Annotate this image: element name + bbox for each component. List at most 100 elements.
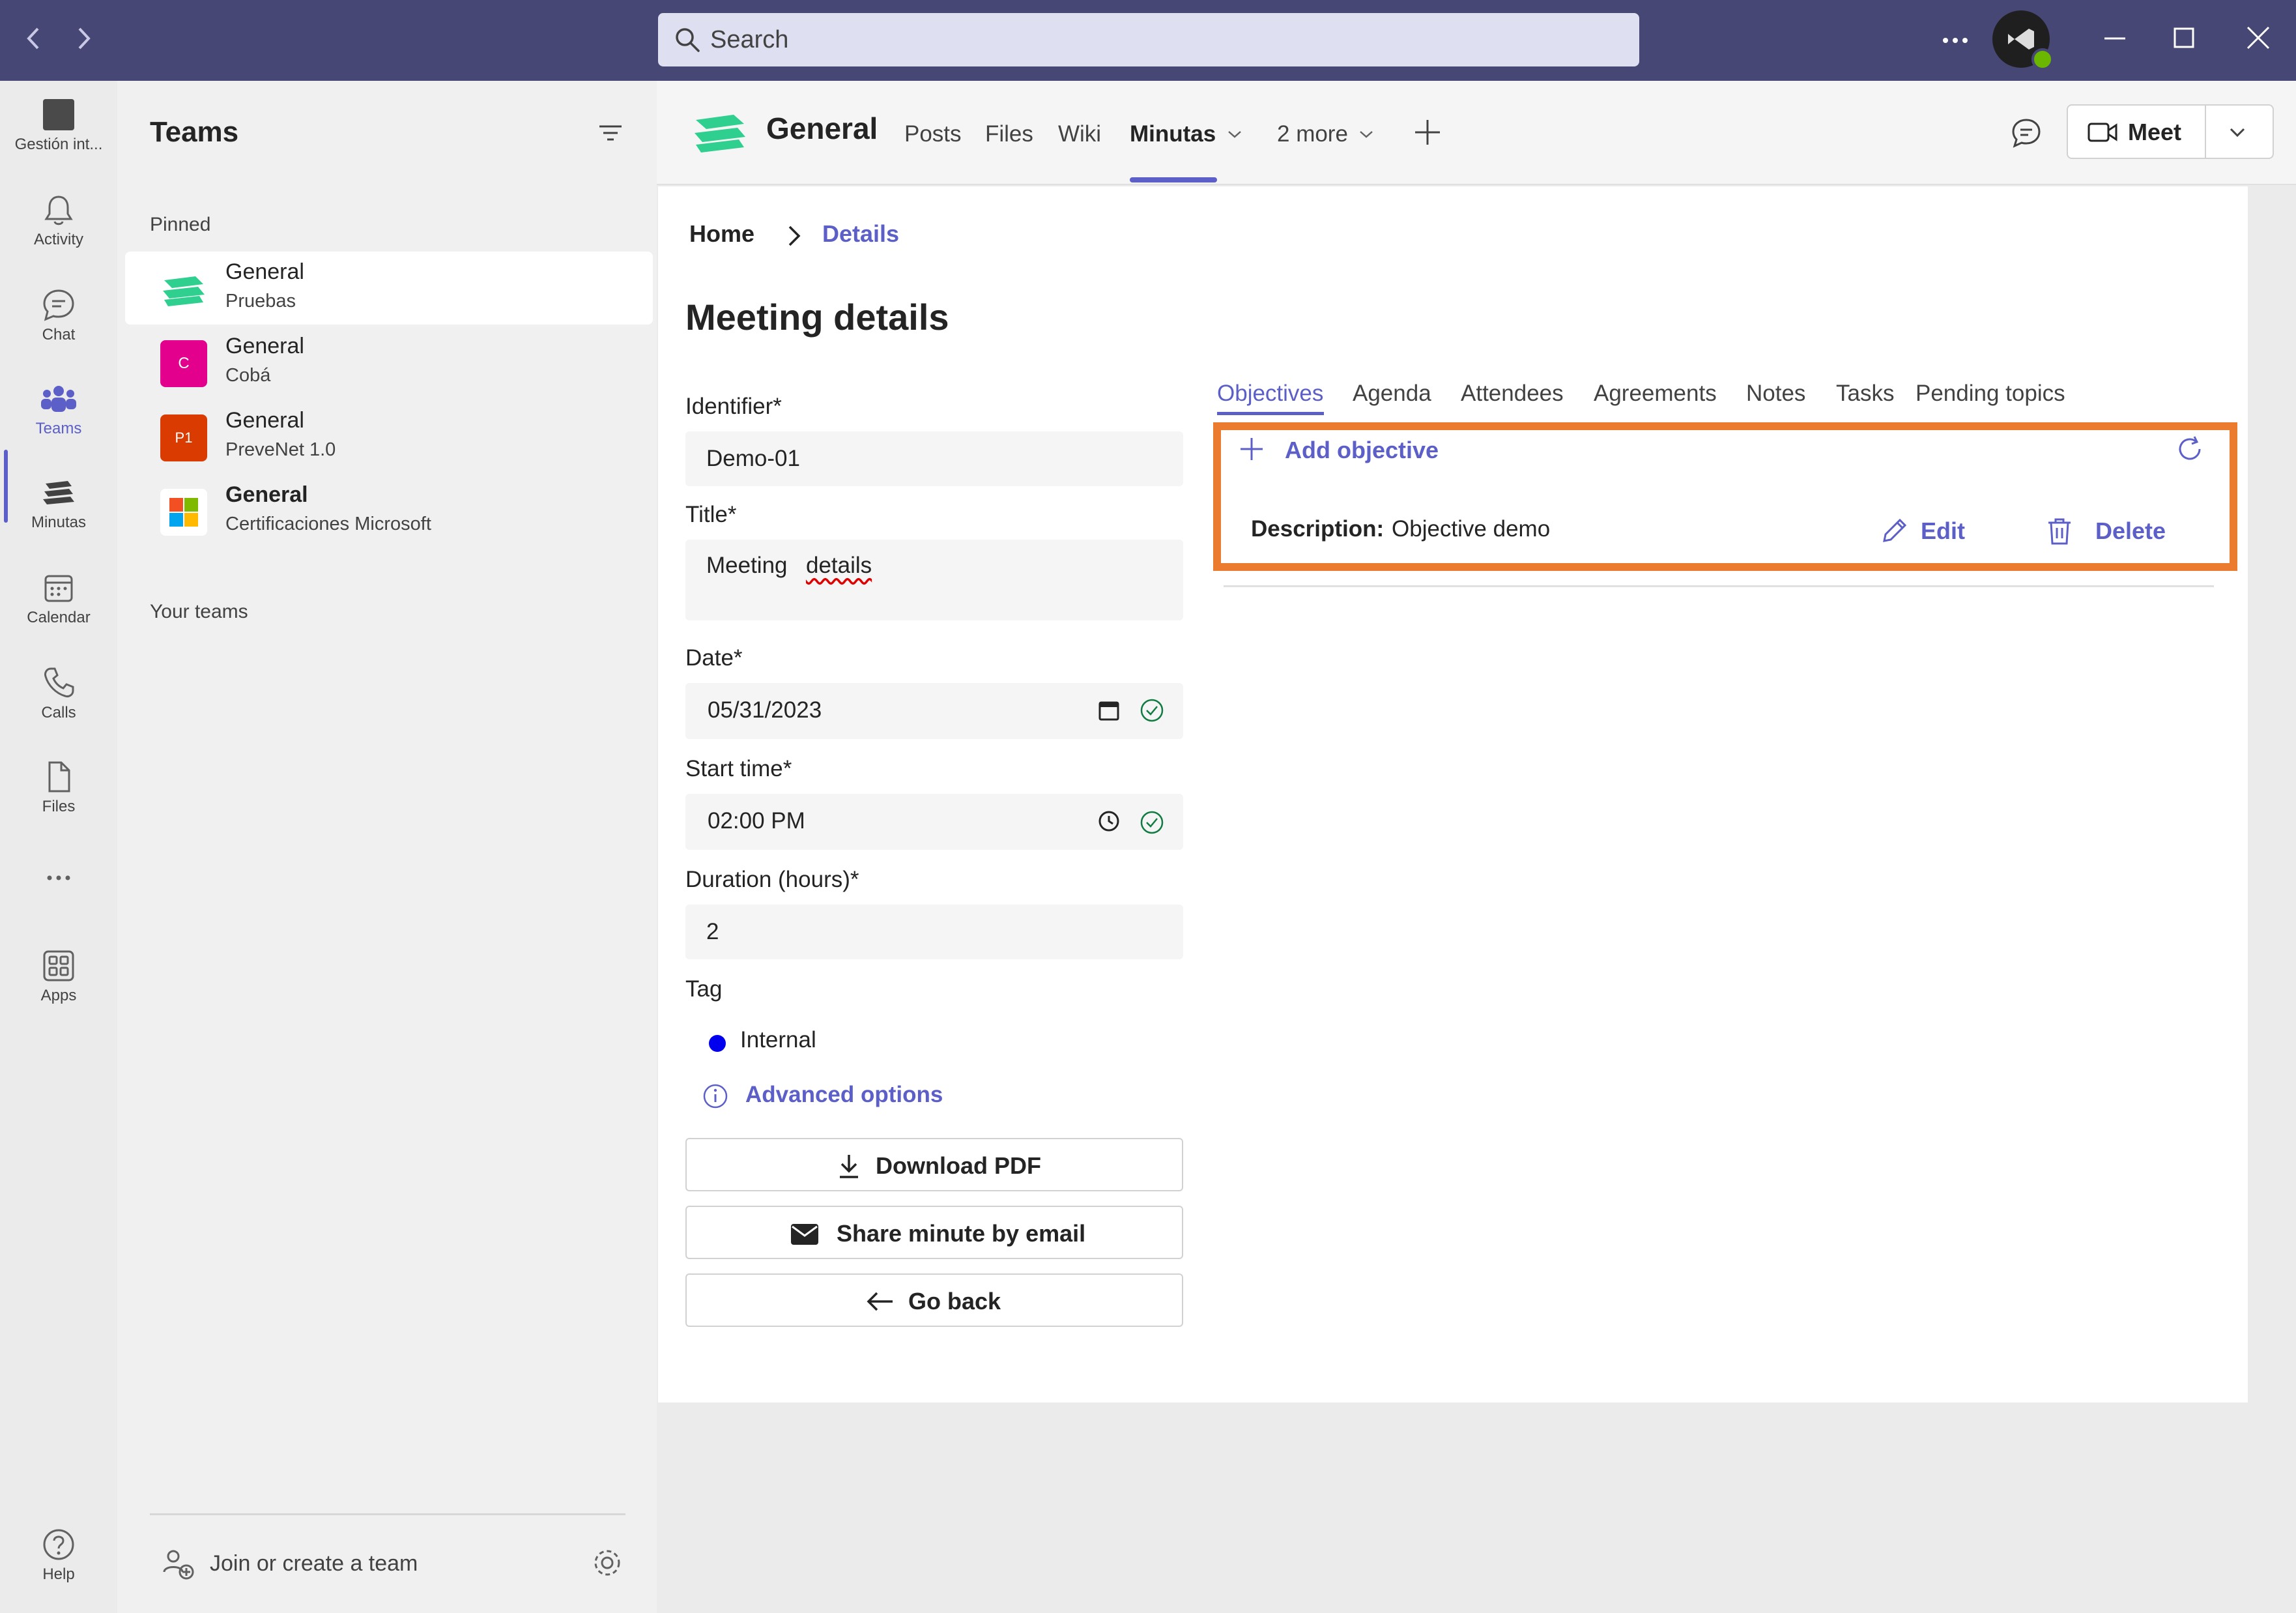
- minimize-icon[interactable]: [2095, 18, 2134, 61]
- identifier-value: Demo-01: [706, 446, 800, 471]
- channel-header: General Posts Files Wiki Minutas 2 more …: [657, 81, 2296, 185]
- share-email-button[interactable]: Share minute by email: [685, 1206, 1183, 1259]
- rail-item-activity[interactable]: Activity: [0, 192, 117, 249]
- team-name: PreveNet 1.0: [225, 439, 336, 460]
- team-name: Cobá: [225, 365, 271, 386]
- tab-agenda[interactable]: Agenda: [1353, 381, 1431, 407]
- mail-icon: [791, 1224, 818, 1245]
- maximize-icon[interactable]: [2164, 18, 2203, 61]
- duration-label: Duration (hours)*: [685, 867, 859, 892]
- team-avatar: P1: [160, 414, 207, 461]
- duration-field[interactable]: 2: [685, 905, 1183, 959]
- divider: [1224, 585, 2214, 587]
- delete-objective-button[interactable]: Delete: [2095, 517, 2166, 545]
- more-options-icon[interactable]: [1939, 20, 1972, 62]
- rail-label: Activity: [33, 231, 83, 248]
- edit-objective-button[interactable]: Edit: [1921, 517, 1965, 545]
- rail-item-chat[interactable]: Chat: [0, 287, 117, 344]
- file-icon: [48, 761, 70, 792]
- add-tab-icon[interactable]: [1411, 116, 1444, 149]
- tab-minutas[interactable]: Minutas: [1130, 121, 1216, 147]
- start-time-field[interactable]: 02:00 PM: [685, 794, 1183, 850]
- avatar[interactable]: [1992, 10, 2054, 70]
- calendar-picker-icon[interactable]: [1096, 697, 1122, 723]
- tab-tasks[interactable]: Tasks: [1836, 381, 1894, 407]
- conversation-icon[interactable]: [2008, 115, 2045, 151]
- clock-icon[interactable]: [1096, 808, 1122, 834]
- title-label: Title*: [685, 502, 737, 527]
- rail-label: Calendar: [27, 609, 91, 626]
- refresh-icon[interactable]: [2174, 433, 2206, 465]
- rail-label: Help: [42, 1565, 75, 1583]
- rail-item-help[interactable]: Help: [0, 1526, 117, 1584]
- rail-label: Chat: [42, 326, 76, 343]
- team-avatar: C: [160, 340, 207, 387]
- rail-label: Apps: [40, 987, 77, 1004]
- title-field[interactable]: Meeting details: [685, 540, 1183, 620]
- start-time-label: Start time*: [685, 756, 792, 781]
- download-pdf-button[interactable]: Download PDF: [685, 1138, 1183, 1191]
- rail-item-teams[interactable]: Teams: [0, 381, 117, 438]
- tag-value[interactable]: Internal: [740, 1027, 816, 1053]
- tab-posts[interactable]: Posts: [904, 121, 962, 147]
- tab-more[interactable]: 2 more: [1277, 121, 1348, 147]
- team-row-general-coba[interactable]: C General Cobá: [125, 326, 653, 399]
- meet-label: Meet: [2128, 119, 2182, 145]
- meet-button[interactable]: Meet: [2067, 104, 2274, 159]
- chevron-down-icon: [1228, 131, 1241, 138]
- add-objective-button[interactable]: Add objective: [1285, 437, 1439, 464]
- search-input[interactable]: Search: [658, 13, 1639, 66]
- channel-name: General: [225, 334, 304, 358]
- tag-label: Tag: [685, 976, 723, 1002]
- team-row-general-certificaciones[interactable]: General Certificaciones Microsoft: [125, 474, 653, 547]
- channel-name: General: [225, 408, 304, 433]
- rail-label: Calls: [41, 704, 76, 721]
- tab-files[interactable]: Files: [985, 121, 1033, 147]
- back-arrow-icon[interactable]: [14, 22, 53, 62]
- calendar-icon: [44, 575, 73, 602]
- chevron-down-icon[interactable]: [2224, 124, 2250, 141]
- rail-more-icon[interactable]: [0, 868, 117, 888]
- rail-item-minutas[interactable]: Minutas: [0, 474, 117, 532]
- help-icon: [43, 1529, 74, 1560]
- date-field[interactable]: 05/31/2023: [685, 683, 1183, 739]
- share-email-label: Share minute by email: [837, 1220, 1086, 1247]
- chevron-down-icon: [1360, 131, 1373, 138]
- forward-arrow-icon[interactable]: [64, 22, 103, 62]
- go-back-button[interactable]: Go back: [685, 1273, 1183, 1327]
- rail-item-apps[interactable]: Apps: [0, 948, 117, 1005]
- close-icon[interactable]: [2239, 18, 2278, 61]
- tag-color-dot: [709, 1035, 726, 1052]
- tab-wiki[interactable]: Wiki: [1058, 121, 1101, 147]
- duration-value: 2: [706, 919, 719, 944]
- gear-icon[interactable]: [589, 1545, 625, 1584]
- channel-name: General: [225, 482, 308, 507]
- rail-item-calls[interactable]: Calls: [0, 665, 117, 722]
- trash-icon: [2048, 518, 2071, 545]
- go-back-label: Go back: [908, 1288, 1001, 1315]
- rail-label: Gestión int...: [14, 136, 103, 153]
- tab-notes[interactable]: Notes: [1746, 381, 1805, 407]
- tab-pending-topics[interactable]: Pending topics: [1916, 381, 2065, 407]
- rail-item-files[interactable]: Files: [0, 759, 117, 816]
- rail-item-gestion[interactable]: Gestión int...: [0, 96, 117, 154]
- meeting-details-card: Home Details Meeting details Identifier*…: [658, 186, 2248, 1402]
- active-tab-indicator: [1130, 177, 1217, 182]
- page-title: Meeting details: [685, 297, 949, 338]
- identifier-field[interactable]: Demo-01: [685, 431, 1183, 486]
- rail-item-calendar[interactable]: Calendar: [0, 570, 117, 627]
- advanced-options-link[interactable]: Advanced options: [745, 1082, 943, 1108]
- tab-objectives[interactable]: Objectives: [1217, 381, 1323, 407]
- tab-agreements[interactable]: Agreements: [1594, 381, 1717, 407]
- tab-attendees[interactable]: Attendees: [1461, 381, 1564, 407]
- breadcrumb-current: Details: [822, 220, 900, 247]
- team-row-general-pruebas[interactable]: General Pruebas: [125, 252, 653, 325]
- rail-label: Minutas: [31, 514, 87, 531]
- valid-check-icon: [1140, 699, 1164, 722]
- breadcrumb-home[interactable]: Home: [689, 220, 754, 248]
- identifier-label: Identifier*: [685, 394, 782, 419]
- chevron-right-icon: [788, 225, 801, 246]
- filter-icon[interactable]: [594, 117, 627, 153]
- plus-icon[interactable]: [1237, 434, 1267, 464]
- team-row-general-prevenet[interactable]: P1 General PreveNet 1.0: [125, 400, 653, 473]
